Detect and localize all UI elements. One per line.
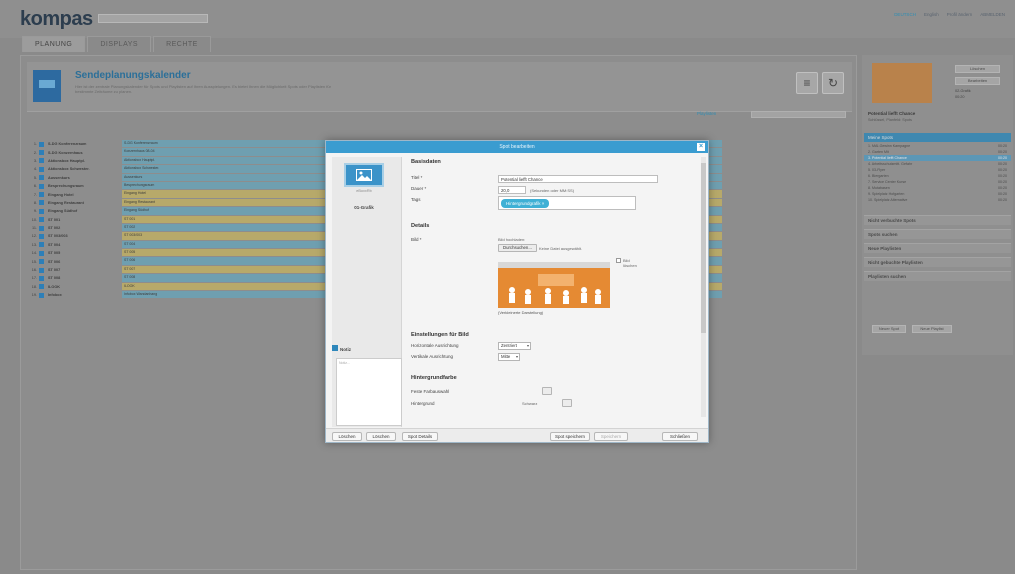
dauer-input[interactable]: 20,0: [498, 186, 526, 194]
dialog-footer: Löschen Löschen Spot Details Spot speich…: [326, 428, 708, 442]
titel-input[interactable]: Potential liefft Chance: [498, 175, 658, 183]
icon-caption: eBoxxRb: [356, 189, 372, 193]
tags-label: Tags: [411, 197, 421, 202]
dialog-sidebar: eBoxxRb 01-Grafik Notiz Notiz...: [332, 157, 402, 427]
notiz-label: Notiz: [340, 347, 351, 352]
trans-label: Hintergrund: [411, 401, 435, 406]
dialog-title: Spot bearbeiten: [499, 144, 535, 150]
section-details: Details: [411, 223, 430, 229]
notiz-textarea[interactable]: Notiz...: [336, 358, 402, 426]
bild-hint: Bild hochladen:: [498, 237, 526, 242]
tag-chip[interactable]: Hintergrundgrafik ×: [501, 199, 550, 208]
farbe-label: Feste Farbauswahl: [411, 389, 450, 394]
edit-spot-dialog: Spot bearbeiten × eBoxxRb 01-Grafik Noti…: [325, 140, 709, 443]
titel-label: Titel *: [411, 175, 423, 180]
spot-details-button[interactable]: Spot Details: [402, 432, 438, 441]
image-type-icon: [344, 163, 384, 187]
spot-type-label: 01-Grafik: [354, 205, 374, 210]
dauer-label: Dauer *: [411, 186, 427, 191]
dialog-scrollbar[interactable]: [701, 157, 706, 417]
note-icon: [332, 345, 338, 351]
vert-select[interactable]: Mitte: [498, 353, 520, 361]
section-hintergrund: Hintergrundfarbe: [411, 375, 457, 381]
preview-caption: (Verkleinerte Darstellung): [498, 310, 544, 315]
color-picker-button[interactable]: [542, 387, 552, 395]
horiz-select[interactable]: Zentriert: [498, 342, 531, 350]
section-basisdaten: Basisdaten: [411, 159, 441, 165]
file-status: Keine Datei ausgewählt.: [539, 246, 583, 251]
dialog-form: Basisdaten Titel * Potential liefft Chan…: [406, 157, 696, 427]
dialog-title-bar: Spot bearbeiten ×: [326, 141, 708, 153]
trans-value: Schwarz: [522, 401, 538, 406]
file-browse-button[interactable]: Durchsuchen...: [498, 244, 537, 252]
copy-button[interactable]: Löschen: [366, 432, 396, 441]
bild-label: Bild *: [411, 237, 422, 242]
close-icon[interactable]: ×: [697, 143, 705, 151]
delete-button[interactable]: Löschen: [332, 432, 362, 441]
save-button[interactable]: Speichern: [594, 432, 628, 441]
horiz-label: Horizontale Ausrichtung: [411, 343, 459, 348]
trans-picker-button[interactable]: [562, 399, 572, 407]
delete-image-checkbox[interactable]: [616, 258, 621, 263]
section-einstellungen: Einstellungen für Bild: [411, 332, 469, 338]
vert-label: Vertikale Ausrichtung: [411, 354, 454, 359]
spot-save-button[interactable]: Spot speichern: [550, 432, 590, 441]
close-button[interactable]: Schließen: [662, 432, 698, 441]
dauer-hint: (Sekunden oder MM:SS): [530, 188, 575, 193]
delete-image-label: Bild löschen: [623, 258, 637, 268]
image-preview: [498, 262, 610, 308]
